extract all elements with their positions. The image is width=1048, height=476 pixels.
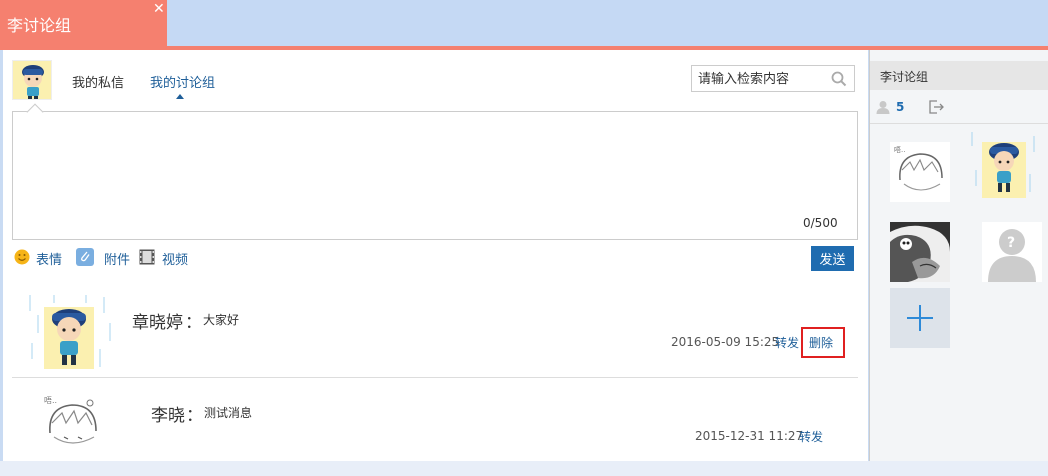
tab-group-chat[interactable]: 李讨论组 ✕	[0, 0, 167, 46]
bottom-strip	[0, 461, 1048, 476]
exit-group-icon[interactable]	[928, 99, 944, 115]
my-avatar[interactable]	[12, 60, 52, 100]
message-textarea[interactable]	[13, 112, 857, 239]
group-sidebar: 李讨论组 5 唔.. ?	[869, 50, 1048, 461]
group-title: 李讨论组	[880, 70, 929, 84]
message-compose[interactable]	[12, 111, 858, 240]
smiley-icon	[14, 249, 30, 265]
active-tab-indicator	[176, 94, 184, 99]
video-label: 视频	[162, 253, 189, 268]
message-time: 2016-05-09 15:25	[671, 335, 780, 349]
message-author: 章晓婷	[132, 313, 183, 333]
message-time: 2015-12-31 11:27	[695, 429, 804, 443]
film-icon	[139, 249, 155, 265]
nav-my-groups[interactable]: 我的讨论组	[150, 72, 215, 91]
nav-private-messages[interactable]: 我的私信	[72, 72, 124, 91]
sidebar-divider	[870, 123, 1048, 124]
char-counter: 0/500	[803, 216, 838, 230]
message-item: 章晓婷 ： 大家好 2016-05-09 15:25 转发 删除	[12, 285, 858, 378]
message-avatar[interactable]: 唔..	[38, 393, 108, 461]
member-avatar[interactable]: 唔..	[890, 142, 950, 202]
attachment-label: 附件	[104, 253, 131, 268]
search-box[interactable]	[691, 65, 855, 92]
svg-text:唔..: 唔..	[44, 396, 57, 405]
message-avatar[interactable]	[24, 293, 114, 373]
members-icon[interactable]	[876, 100, 890, 114]
main-panel: 我的私信 我的讨论组 0/500 表情 附件	[3, 50, 868, 461]
svg-text:唔..: 唔..	[894, 146, 905, 154]
member-avatar[interactable]	[890, 222, 950, 282]
message-text: 测试消息	[204, 406, 253, 420]
plus-icon	[907, 305, 933, 331]
search-icon[interactable]	[831, 71, 847, 87]
message-item: 唔.. 李晓 ： 测试消息 2015-12-31 11:27 转发	[12, 379, 858, 461]
search-input[interactable]	[698, 70, 826, 88]
message-text: 大家好	[203, 313, 240, 327]
member-count: 5	[896, 100, 905, 114]
send-button[interactable]: 发送	[811, 246, 854, 271]
emoji-label: 表情	[36, 253, 63, 268]
paperclip-icon	[76, 248, 94, 266]
member-avatar[interactable]	[968, 130, 1038, 200]
default-avatar[interactable]: ?	[982, 222, 1042, 282]
forward-link[interactable]: 转发	[775, 334, 799, 351]
close-icon[interactable]: ✕	[153, 2, 165, 16]
add-member-button[interactable]	[890, 288, 950, 348]
delete-link[interactable]: 删除	[809, 334, 833, 351]
message-author: 李晓	[151, 406, 185, 426]
sidebar-header: 李讨论组	[870, 61, 1048, 90]
author-separator: ：	[185, 313, 202, 333]
forward-link[interactable]: 转发	[799, 428, 823, 445]
svg-text:?: ?	[1007, 235, 1015, 251]
tab-title: 李讨论组	[7, 16, 72, 35]
author-separator: ：	[186, 406, 203, 426]
